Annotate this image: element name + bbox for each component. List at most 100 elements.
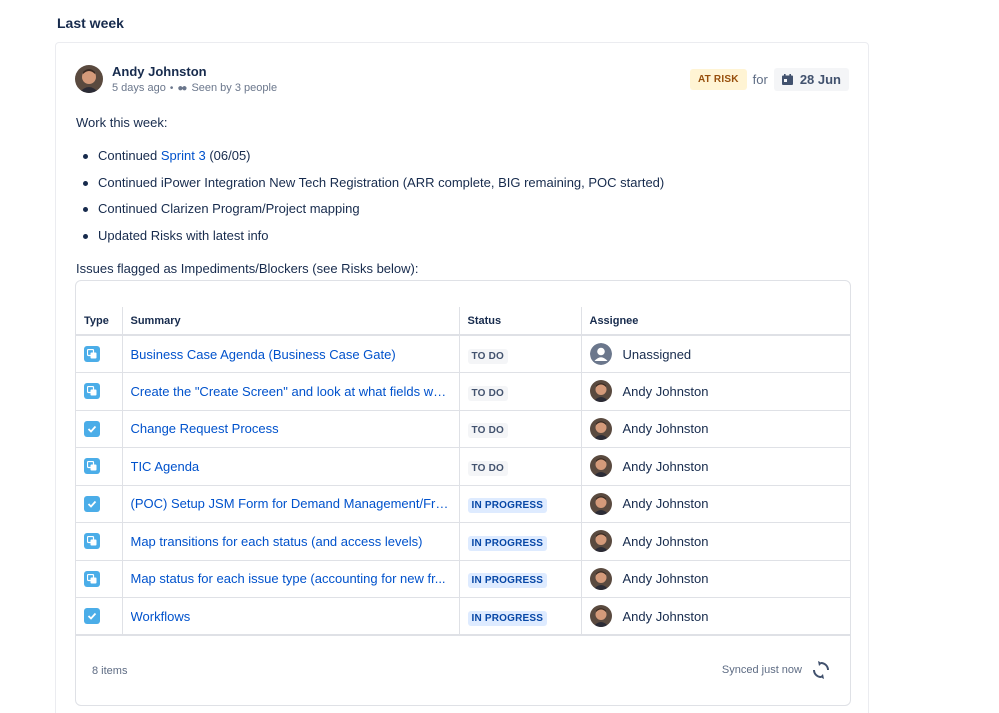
refresh-icon[interactable]	[812, 661, 830, 679]
list-item: Updated Risks with latest info	[80, 224, 664, 251]
issue-summary-link[interactable]: Create the "Create Screen" and look at w…	[131, 384, 451, 399]
assignee-name: Andy Johnston	[622, 608, 709, 624]
table-row[interactable]: Workflows IN PROGRESS Andy Johnston	[76, 597, 850, 636]
status-cell: IN PROGRESS	[459, 522, 582, 561]
issues-table: Type Summary Status Assignee Business Ca…	[75, 280, 851, 706]
summary-cell: Map status for each issue type (accounti…	[122, 560, 460, 598]
assignee-name: Andy Johnston	[622, 571, 709, 587]
issue-summary-link[interactable]: Map transitions for each status (and acc…	[131, 534, 451, 549]
table-row[interactable]: Business Case Agenda (Business Case Gate…	[76, 335, 850, 373]
summary-cell: Workflows	[122, 597, 460, 636]
type-cell	[76, 560, 123, 598]
author-avatar[interactable]	[75, 65, 103, 93]
status-lozenge: IN PROGRESS	[467, 498, 548, 514]
section-title: Last week	[57, 15, 124, 31]
summary-cell: (POC) Setup JSM Form for Demand Manageme…	[122, 485, 460, 523]
status-group: AT RISK for 28 Jun	[689, 68, 849, 91]
assignee-avatar[interactable]	[589, 605, 612, 627]
seen-by[interactable]: Seen by 3 people	[191, 82, 277, 94]
issue-summary-link[interactable]: TIC Agenda	[131, 459, 451, 474]
issue-summary-link[interactable]: Map status for each issue type (accounti…	[131, 571, 451, 586]
status-cell: TO DO	[459, 335, 582, 373]
type-cell	[76, 597, 123, 636]
summary-cell: Map transitions for each status (and acc…	[122, 522, 460, 561]
subtask-icon	[84, 458, 100, 475]
status-lozenge: TO DO	[467, 348, 508, 364]
type-cell	[76, 447, 123, 486]
status-lozenge: IN PROGRESS	[467, 610, 548, 626]
status-lozenge: TO DO	[467, 460, 508, 476]
summary-cell: TIC Agenda	[122, 447, 460, 486]
assignee-name: Andy Johnston	[622, 458, 709, 474]
assignee-avatar[interactable]	[589, 492, 612, 515]
assignee-avatar[interactable]	[589, 380, 612, 403]
assignee-avatar[interactable]	[589, 567, 612, 590]
assignee-avatar[interactable]	[589, 530, 612, 553]
assignee-name: Andy Johnston	[622, 496, 709, 512]
table-row[interactable]: Map status for each issue type (accounti…	[76, 560, 850, 598]
assignee-cell: Andy Johnston	[581, 447, 850, 486]
status-cell: IN PROGRESS	[459, 597, 582, 636]
issue-summary-link[interactable]: Change Request Process	[131, 421, 451, 436]
update-time: 5 days ago	[112, 82, 166, 94]
status-cell: TO DO	[459, 410, 582, 448]
target-date-text: 28 Jun	[799, 72, 841, 87]
table-row[interactable]: Change Request Process TO DO Andy Johnston	[76, 410, 850, 448]
summary-cell: Create the "Create Screen" and look at w…	[122, 372, 460, 411]
list-item: Continued Sprint 3 (06/05)	[80, 144, 664, 171]
summary-cell: Business Case Agenda (Business Case Gate…	[122, 335, 460, 373]
assignee-avatar[interactable]	[589, 455, 612, 478]
issue-summary-link[interactable]: Workflows	[131, 609, 451, 624]
type-cell	[76, 372, 123, 411]
assignee-cell: Andy Johnston	[581, 485, 850, 523]
eyes-icon: ●●	[177, 82, 187, 94]
status-cell: TO DO	[459, 447, 582, 486]
subtask-icon	[84, 533, 100, 550]
sync-status: Synced just now	[722, 661, 830, 679]
status-lozenge: IN PROGRESS	[467, 573, 548, 589]
assignee-name: Andy Johnston	[622, 421, 709, 437]
status-lozenge: TO DO	[467, 423, 508, 439]
status-cell: TO DO	[459, 372, 582, 411]
task-icon	[84, 495, 100, 512]
separator-dot: •	[169, 82, 174, 94]
subtask-icon	[84, 383, 100, 400]
table-row[interactable]: Create the "Create Screen" and look at w…	[76, 372, 850, 411]
update-bullets: Continued Sprint 3 (06/05) Continued iPo…	[80, 144, 664, 250]
status-update-card: Andy Johnston 5 days ago • ●● Seen by 3 …	[55, 42, 869, 713]
issues-label: Issues flagged as Impediments/Blockers (…	[76, 261, 419, 276]
status-lozenge: IN PROGRESS	[467, 535, 548, 551]
status-cell: IN PROGRESS	[459, 560, 582, 598]
assignee-name: Unassigned	[622, 346, 692, 362]
assignee-cell: Andy Johnston	[581, 372, 850, 411]
subtask-icon	[84, 346, 100, 362]
unassigned-avatar-icon[interactable]	[589, 343, 612, 365]
table-row[interactable]: Map transitions for each status (and acc…	[76, 522, 850, 561]
header-assignee[interactable]: Assignee	[581, 307, 850, 336]
sprint-link[interactable]: Sprint 3	[161, 148, 206, 163]
assignee-cell: Andy Johnston	[581, 522, 850, 561]
header-summary[interactable]: Summary	[122, 307, 460, 336]
assignee-cell: Andy Johnston	[581, 597, 850, 636]
header-type[interactable]: Type	[76, 307, 123, 336]
update-intro: Work this week:	[76, 115, 168, 130]
task-icon	[84, 420, 100, 437]
issue-summary-link[interactable]: (POC) Setup JSM Form for Demand Manageme…	[131, 496, 451, 511]
author-name[interactable]: Andy Johnston	[112, 64, 207, 79]
update-meta: 5 days ago • ●● Seen by 3 people	[112, 82, 277, 94]
table-row[interactable]: TIC Agenda TO DO Andy Johnston	[76, 447, 850, 486]
at-risk-lozenge: AT RISK	[689, 69, 747, 90]
for-label: for	[752, 72, 768, 87]
issue-summary-link[interactable]: Business Case Agenda (Business Case Gate…	[131, 347, 451, 362]
sync-text: Synced just now	[721, 664, 802, 676]
assignee-cell: Andy Johnston	[581, 410, 850, 448]
target-date[interactable]: 28 Jun	[773, 68, 849, 91]
list-item: Continued Clarizen Program/Project mappi…	[80, 197, 664, 224]
assignee-avatar[interactable]	[589, 417, 612, 440]
header-status[interactable]: Status	[459, 307, 582, 336]
type-cell	[76, 335, 123, 373]
table-row[interactable]: (POC) Setup JSM Form for Demand Manageme…	[76, 485, 850, 523]
assignee-cell: Unassigned	[581, 335, 850, 373]
type-cell	[76, 485, 123, 523]
assignee-name: Andy Johnston	[622, 533, 709, 549]
